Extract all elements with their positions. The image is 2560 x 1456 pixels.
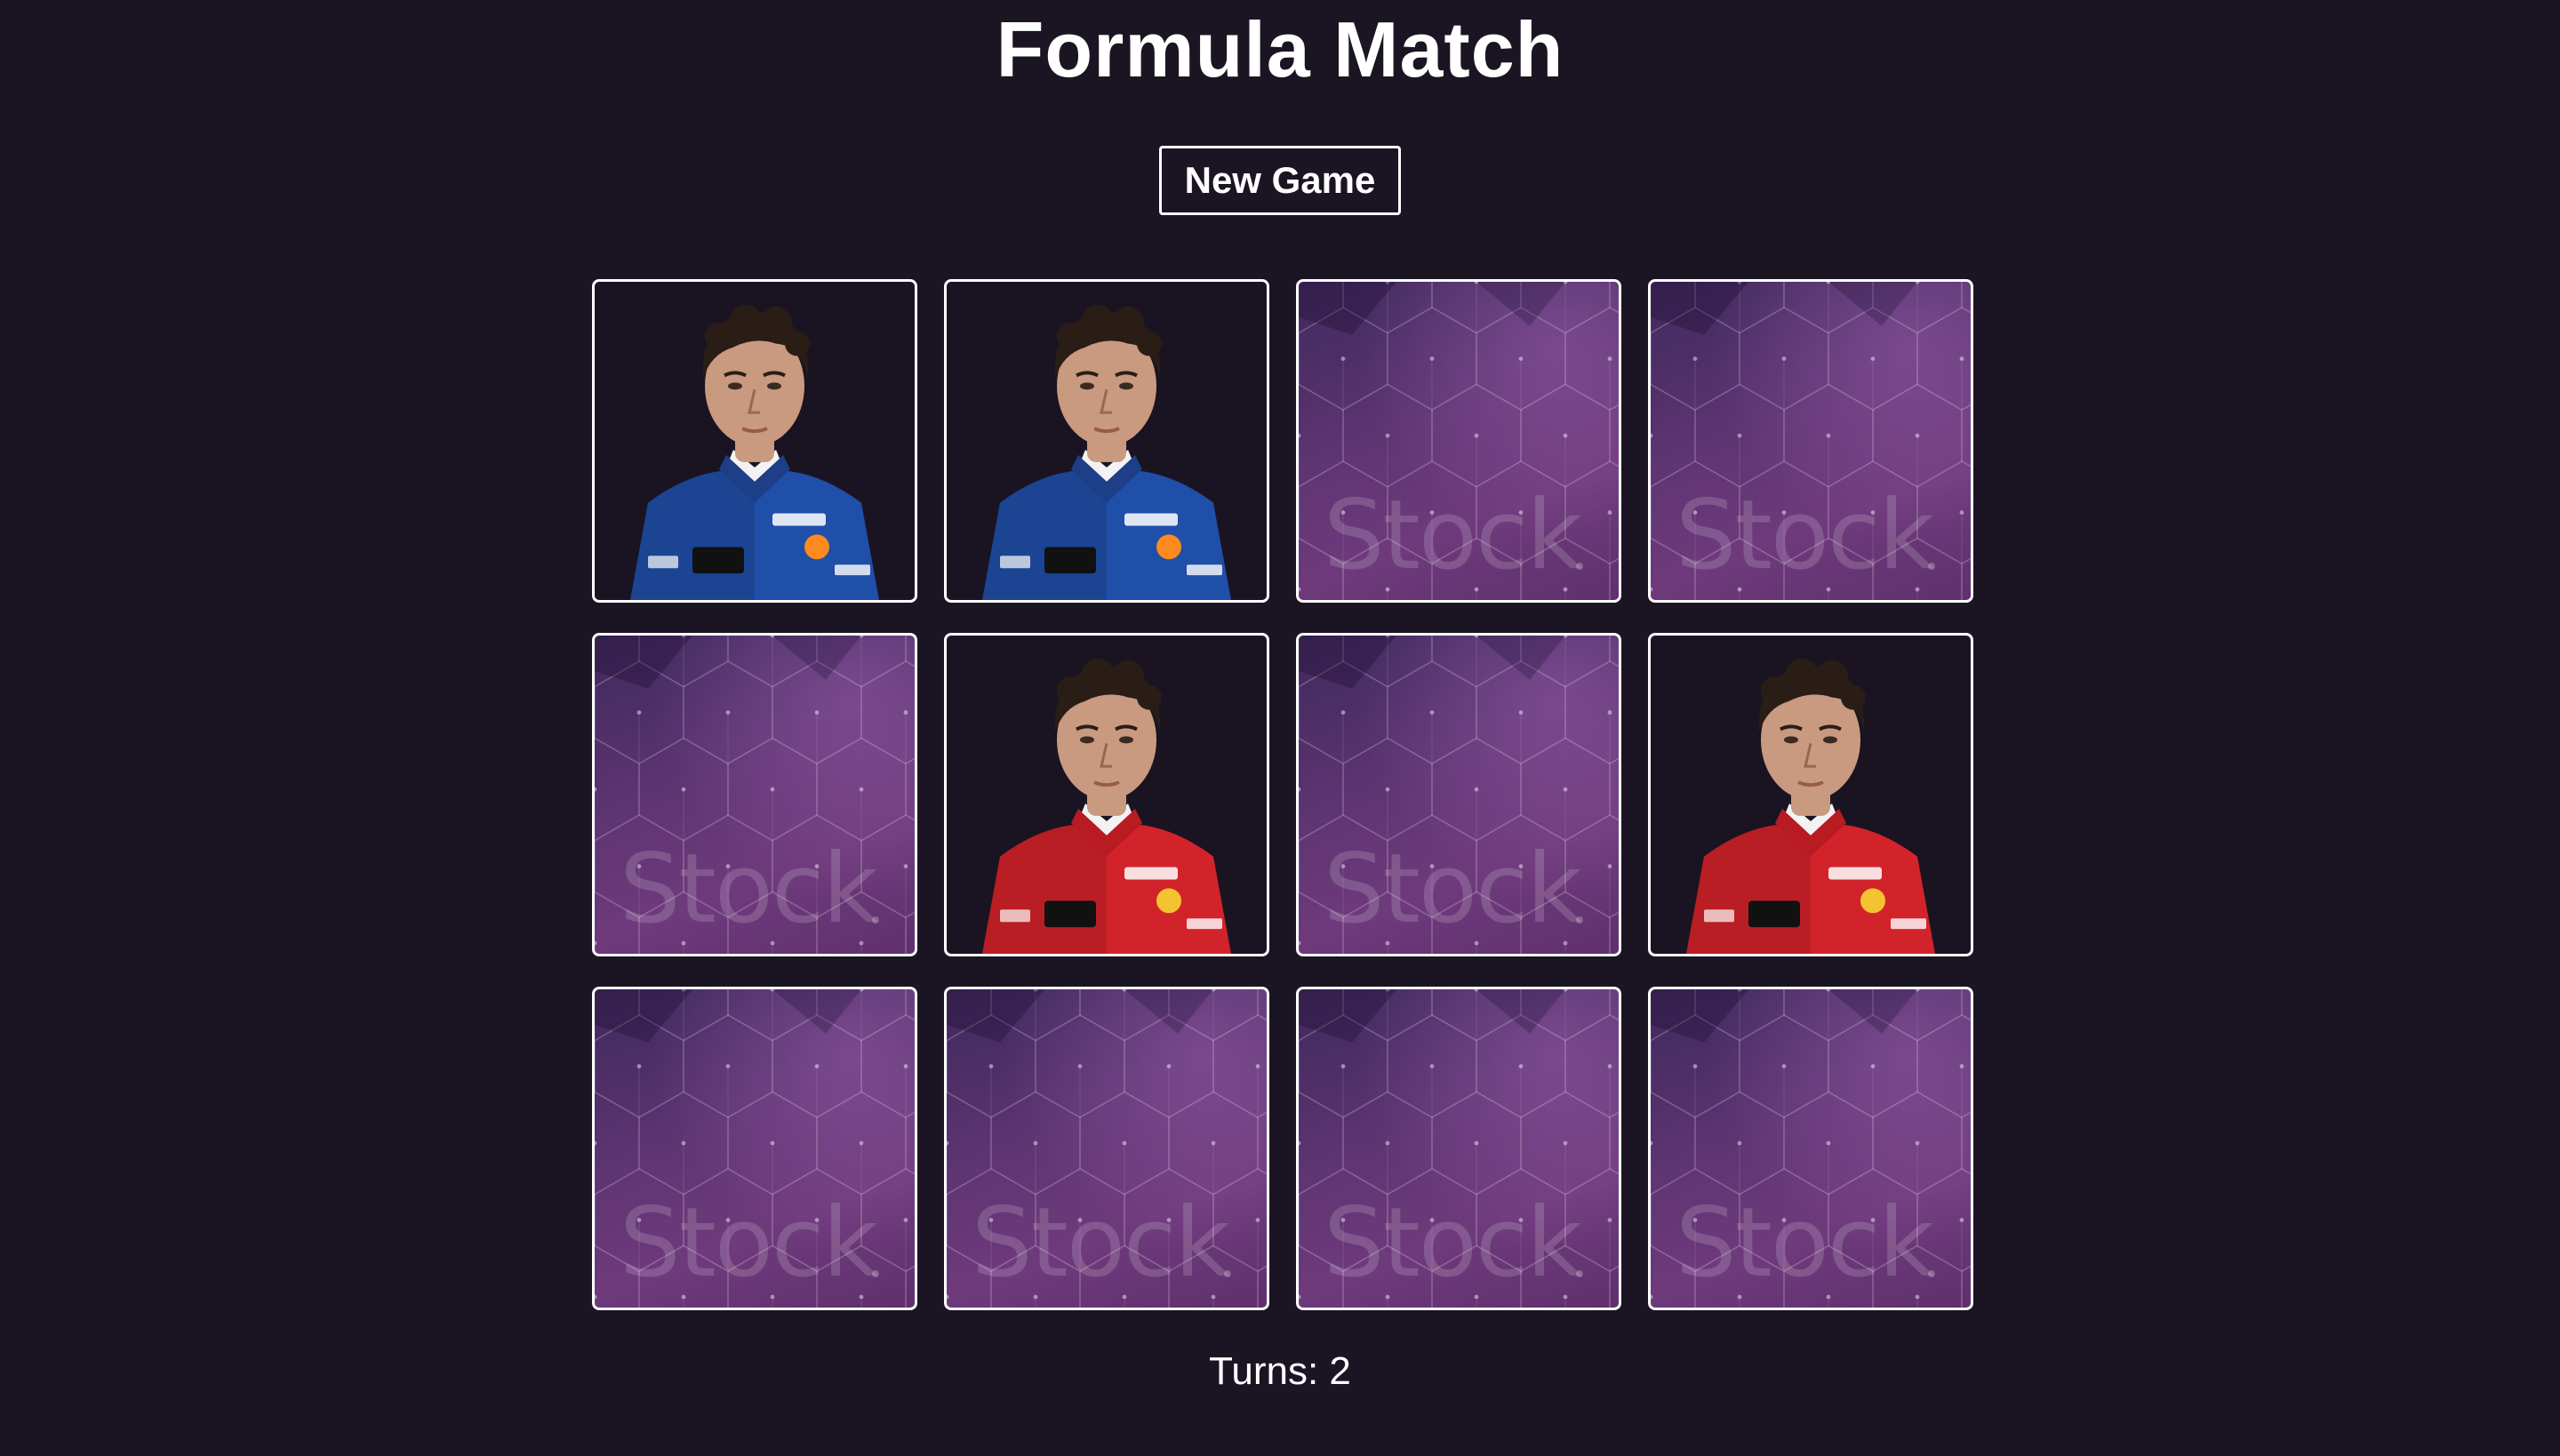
watermark-dot	[1576, 1270, 1583, 1277]
watermark-dot	[1224, 1270, 1231, 1277]
card-back[interactable]: Stock	[592, 633, 917, 956]
card-back-watermark: Stock	[620, 834, 878, 945]
card-ferrari-driver[interactable]	[1648, 633, 1973, 956]
page-title: Formula Match	[996, 5, 1564, 93]
mclaren-driver-portrait	[982, 304, 1231, 600]
watermark-dot	[872, 916, 879, 924]
card-back[interactable]: Stock	[1648, 987, 1973, 1310]
watermark-dot	[1576, 916, 1583, 924]
card-back-watermark: Stock	[1324, 480, 1582, 591]
watermark-dot	[872, 1270, 879, 1277]
turns-value: 2	[1329, 1349, 1351, 1393]
turns-label: Turns:	[1209, 1349, 1319, 1393]
new-game-button[interactable]: New Game	[1159, 146, 1401, 215]
game-page: Formula Match New Game Stock Stock Stock St…	[0, 0, 2560, 1456]
ferrari-driver-portrait	[982, 658, 1231, 954]
watermark-dot	[1928, 563, 1935, 570]
watermark-dot	[1928, 1270, 1935, 1277]
card-back-watermark: Stock	[1676, 1188, 1934, 1299]
card-back[interactable]: Stock	[592, 987, 917, 1310]
turns-counter: Turns: 2	[0, 1349, 2560, 1394]
mclaren-driver-portrait	[630, 304, 879, 600]
card-back[interactable]: Stock	[1296, 279, 1621, 603]
watermark-dot	[1576, 563, 1583, 570]
card-back[interactable]: Stock	[1296, 633, 1621, 956]
card-mclaren-driver[interactable]	[944, 279, 1269, 603]
card-back[interactable]: Stock	[1296, 987, 1621, 1310]
card-back-watermark: Stock	[1324, 834, 1582, 945]
card-back-watermark: Stock	[620, 1188, 878, 1299]
ferrari-driver-portrait	[1686, 658, 1935, 954]
card-ferrari-driver[interactable]	[944, 633, 1269, 956]
card-mclaren-driver[interactable]	[592, 279, 917, 603]
card-back-watermark: Stock	[972, 1188, 1230, 1299]
card-grid: Stock Stock Stock Stock Stock Stock Stock Stock	[592, 279, 1973, 1310]
card-back[interactable]: Stock	[1648, 279, 1973, 603]
card-back-watermark: Stock	[1324, 1188, 1582, 1299]
card-back-watermark: Stock	[1676, 480, 1934, 591]
card-back[interactable]: Stock	[944, 987, 1269, 1310]
